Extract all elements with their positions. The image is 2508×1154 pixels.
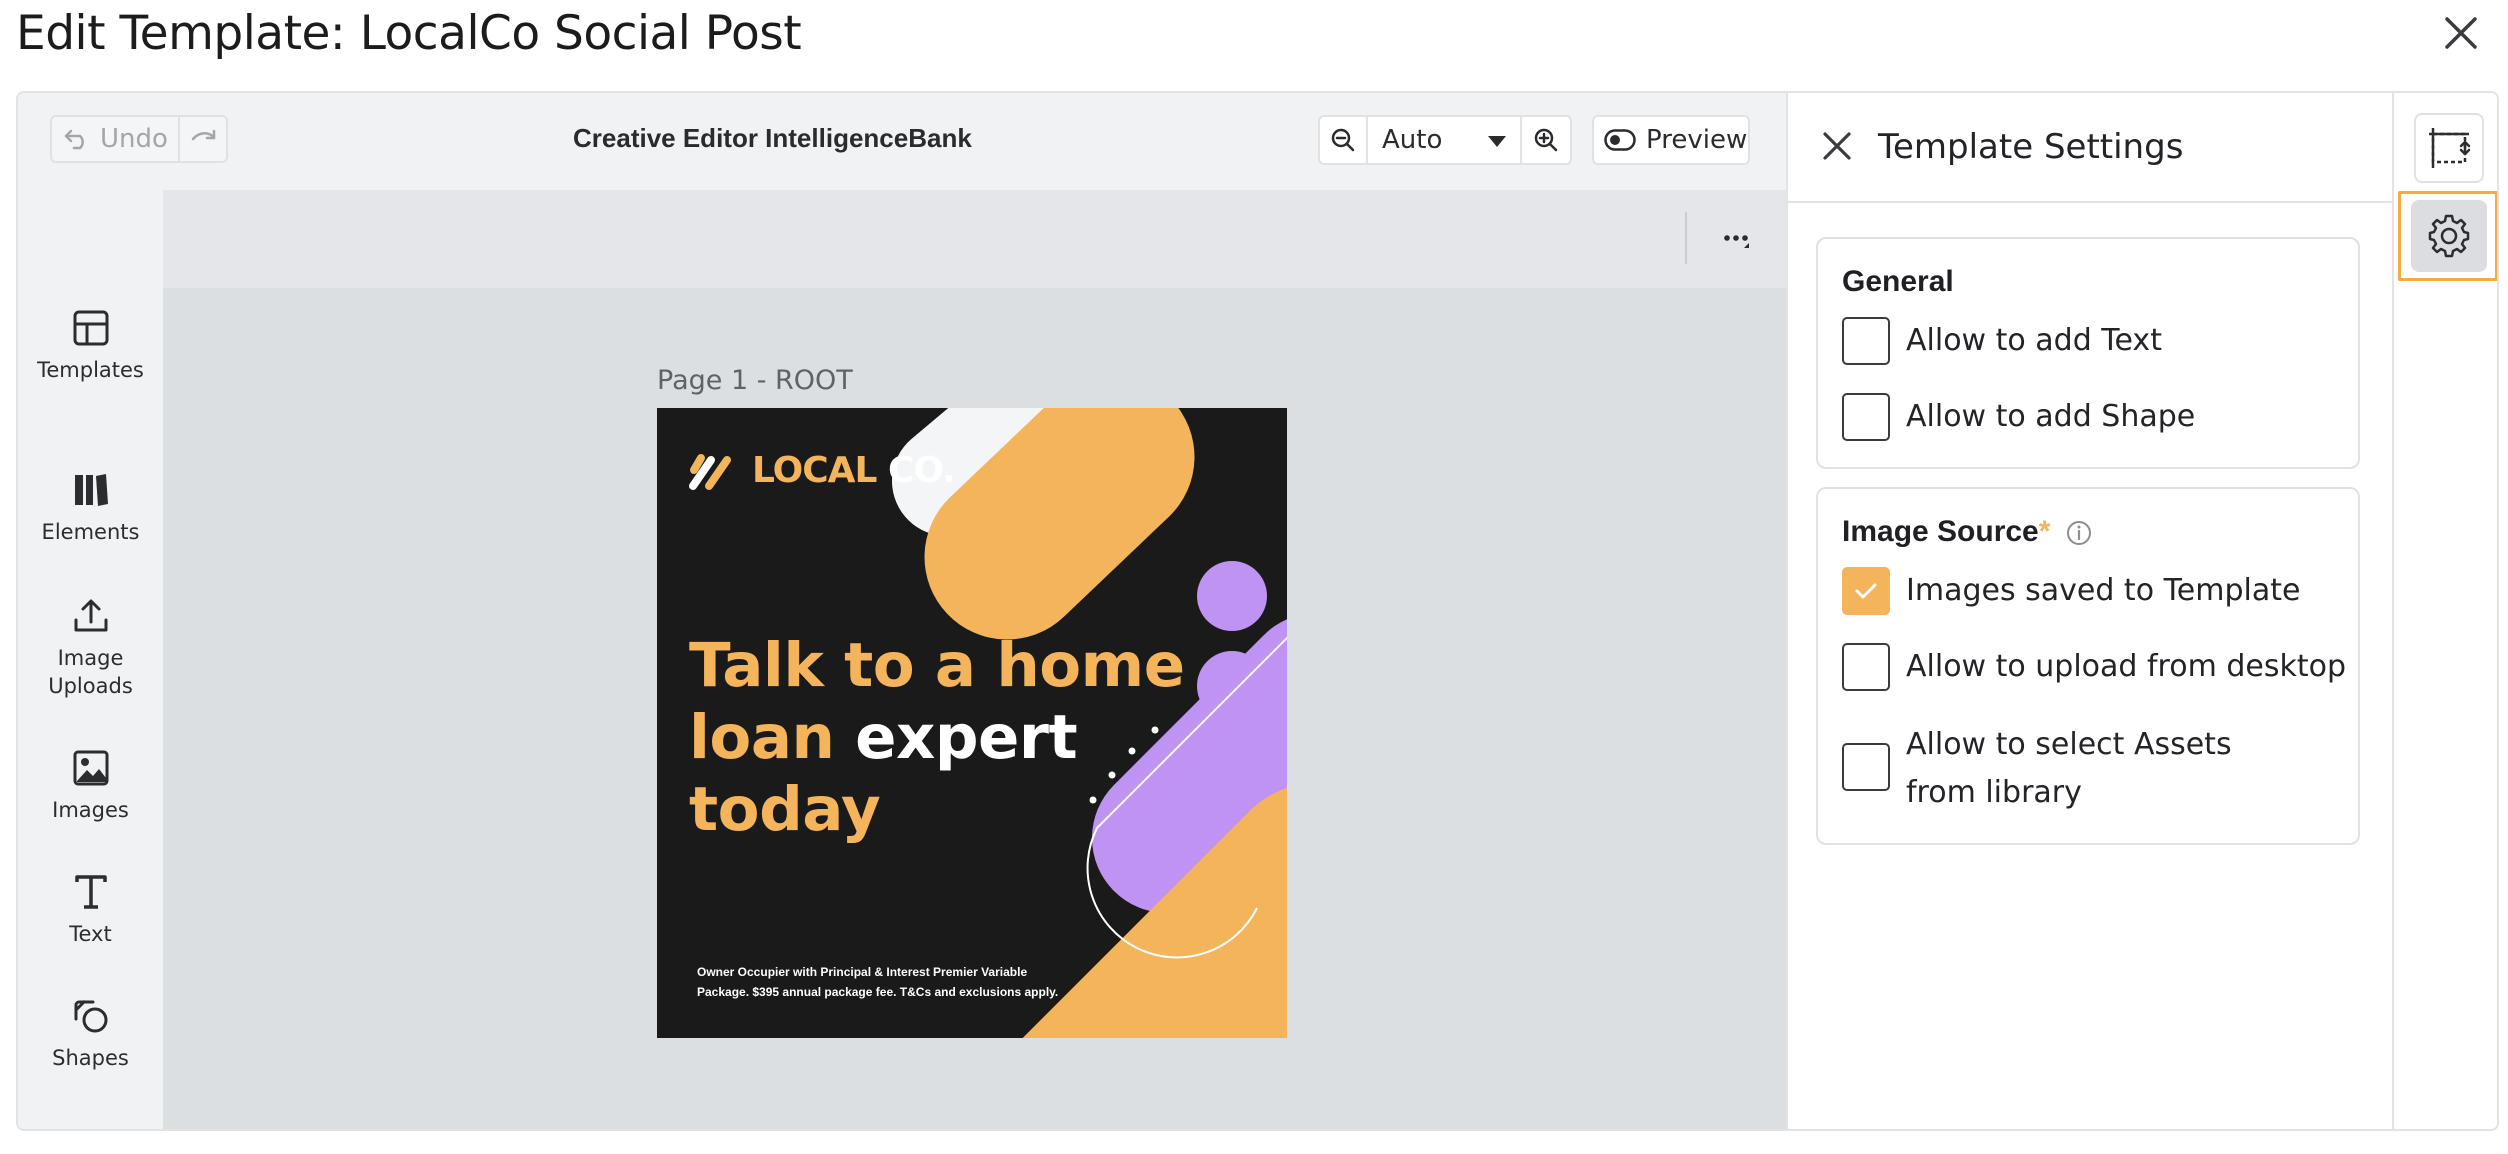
logo-co: CO.	[888, 450, 956, 491]
page-label: Page 1 - ROOT	[657, 365, 853, 396]
headline-text: Talk to a home loan expert today	[689, 630, 1185, 846]
nav-shapes[interactable]: Shapes	[18, 996, 163, 1072]
general-card: General Allow to add Text Allow to add S…	[1816, 237, 2360, 469]
disclaimer-line: Owner Occupier with Principal & Interest…	[697, 965, 1028, 979]
headline-accent: loan	[689, 702, 835, 773]
close-icon	[1823, 132, 1851, 160]
option-label: Allow to add Shape	[1906, 399, 2196, 434]
checkbox-checked[interactable]	[1842, 567, 1890, 615]
option-label: Allow to upload from desktop	[1906, 649, 2346, 684]
image-icon	[73, 750, 108, 786]
nav-label: Shapes	[52, 1046, 129, 1070]
zoom-in-button[interactable]	[1522, 117, 1570, 163]
zoom-out-icon	[1331, 128, 1355, 152]
chevron-down-icon	[1488, 136, 1506, 147]
divider	[1685, 212, 1687, 264]
checkbox[interactable]	[1842, 393, 1890, 441]
nav-label: Elements	[41, 520, 140, 544]
undo-button[interactable]: Undo	[52, 117, 180, 161]
editor-sidebar: Templates Elements Image Uploads Images …	[18, 190, 163, 1129]
general-title: General	[1842, 265, 1954, 298]
settings-button-focus	[2398, 191, 2497, 281]
resize-icon	[2429, 128, 2471, 168]
purple-circle-1	[1197, 561, 1267, 631]
nav-text[interactable]: Text	[18, 872, 163, 948]
checkbox[interactable]	[1842, 743, 1890, 791]
image-source-title: Image Source*	[1842, 515, 2093, 549]
gear-icon	[2428, 214, 2470, 258]
zoom-out-button[interactable]	[1320, 117, 1368, 163]
option-label: Allow to select Assets from library	[1906, 727, 2232, 810]
nav-label: Image Uploads	[48, 646, 133, 698]
redo-icon	[191, 129, 216, 141]
logo-mark-icon	[689, 454, 731, 490]
checkbox[interactable]	[1842, 643, 1890, 691]
zoom-select[interactable]: Auto	[1368, 117, 1522, 163]
preview-button[interactable]: Preview	[1592, 115, 1750, 165]
upload-icon	[74, 599, 107, 632]
redo-button[interactable]	[180, 117, 226, 161]
option-label: Allow to add Text	[1906, 323, 2162, 358]
undo-icon	[64, 129, 84, 150]
right-rail	[2392, 93, 2497, 1129]
headline-line-2: loan expert	[689, 702, 1185, 774]
undo-label: Undo	[100, 124, 168, 154]
close-dialog-button[interactable]	[2438, 10, 2484, 56]
more-icon	[1724, 235, 1749, 248]
nav-label: Text	[69, 922, 112, 946]
headline-line-3: today	[689, 774, 881, 845]
info-icon[interactable]	[2065, 519, 2093, 547]
close-settings-button[interactable]	[1814, 123, 1860, 169]
checkbox[interactable]	[1842, 317, 1890, 365]
nav-templates[interactable]: Templates	[18, 308, 163, 384]
zoom-in-icon	[1534, 128, 1558, 152]
history-controls: Undo	[50, 115, 228, 163]
editor-frame: Undo Creative Editor IntelligenceBank Au…	[16, 91, 2499, 1131]
disclaimer-text: Owner Occupier with Principal & Interest…	[697, 962, 1097, 1002]
dialog-title: Edit Template: LocalCo Social Post	[16, 6, 802, 61]
template-settings-panel: Template Settings General Allow to add T…	[1786, 93, 2392, 1129]
headline-line-1: Talk to a home	[689, 630, 1185, 701]
editor-toolbar: Undo Creative Editor IntelligenceBank Au…	[18, 93, 1786, 190]
zoom-value: Auto	[1382, 125, 1443, 155]
assets-library-option[interactable]: Allow to select Assets from library	[1842, 721, 2306, 817]
image-source-card: Image Source* Images saved to Template A…	[1816, 487, 2360, 845]
allow-add-shape-option[interactable]: Allow to add Shape	[1842, 393, 2195, 441]
nav-images[interactable]: Images	[18, 748, 163, 824]
option-label: Images saved to Template	[1906, 573, 2301, 608]
shapes-icon	[74, 999, 107, 1033]
design-canvas[interactable]: LOCAL CO. Talk to a home loan expert tod…	[657, 408, 1287, 1038]
settings-button[interactable]	[2411, 200, 2487, 272]
settings-title: Template Settings	[1878, 127, 2184, 167]
required-mark: *	[2038, 515, 2051, 548]
settings-header: Template Settings	[1788, 93, 2392, 203]
nav-label: Templates	[37, 358, 144, 382]
elements-icon	[74, 474, 108, 506]
editor-title: Creative Editor IntelligenceBank	[573, 123, 972, 153]
nav-label: Images	[52, 798, 129, 822]
image-source-label: Image Source	[1842, 515, 2039, 548]
preview-label: Preview	[1646, 125, 1748, 155]
nav-elements[interactable]: Elements	[18, 470, 163, 546]
toggle-icon	[1604, 129, 1636, 151]
close-icon	[2445, 17, 2477, 49]
allow-add-text-option[interactable]: Allow to add Text	[1842, 317, 2162, 365]
nav-image-uploads[interactable]: Image Uploads	[18, 596, 163, 700]
templates-icon	[73, 310, 108, 346]
text-icon	[74, 875, 107, 909]
zoom-controls: Auto	[1318, 115, 1572, 165]
brand-logo: LOCAL CO.	[752, 450, 956, 491]
resize-button[interactable]	[2414, 113, 2484, 183]
images-saved-option[interactable]: Images saved to Template	[1842, 567, 2300, 615]
canvas-workspace: Page 1 - ROOT LOCAL CO. Talk to a home l…	[163, 190, 1786, 1129]
logo-local: LOCAL	[752, 450, 877, 491]
canvas-toolbar	[163, 190, 1786, 288]
disclaimer-line: Package. $395 annual package fee. T&Cs a…	[697, 985, 1059, 999]
creative-editor: Undo Creative Editor IntelligenceBank Au…	[18, 93, 1786, 1129]
orange-pill-bottom	[1022, 788, 1287, 1038]
more-options-button[interactable]	[1713, 218, 1759, 258]
check-icon	[1855, 583, 1877, 599]
upload-desktop-option[interactable]: Allow to upload from desktop	[1842, 643, 2346, 691]
headline-white: expert	[834, 702, 1078, 773]
